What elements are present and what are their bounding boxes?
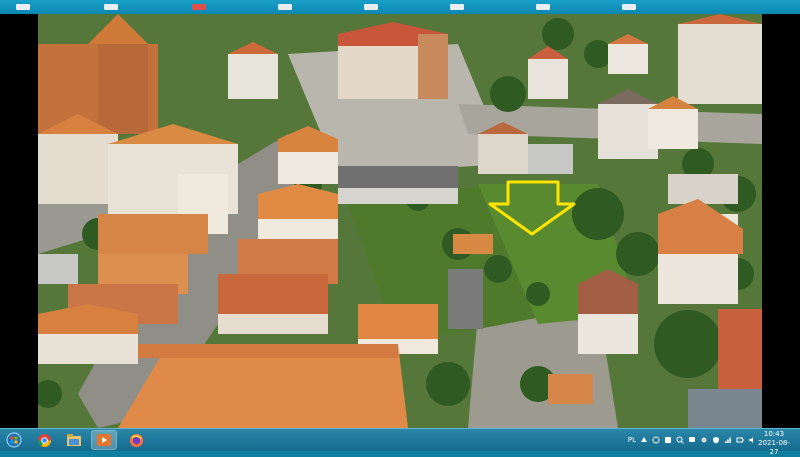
app-icon[interactable]: [104, 4, 118, 10]
battery-icon[interactable]: [736, 436, 744, 444]
gear-icon[interactable]: [700, 436, 708, 444]
app-icon[interactable]: [16, 4, 30, 10]
app-icon[interactable]: [364, 4, 378, 10]
media-player-icon[interactable]: [91, 430, 117, 450]
app-icon[interactable]: [536, 4, 550, 10]
network-icon[interactable]: [724, 436, 732, 444]
clock[interactable]: 10:43 2021-08-27: [754, 430, 794, 457]
window-title-strip: [0, 0, 800, 14]
chat-icon[interactable]: [688, 436, 696, 444]
firefox-icon[interactable]: [124, 431, 148, 449]
video-player[interactable]: [0, 14, 800, 428]
settings-icon[interactable]: [652, 436, 660, 444]
app-icon[interactable]: [450, 4, 464, 10]
windows-start-icon[interactable]: [2, 431, 26, 449]
clock-time: 10:43: [763, 430, 785, 438]
chrome-icon[interactable]: [32, 431, 56, 449]
app-icon[interactable]: [192, 4, 206, 10]
search-icon[interactable]: [676, 436, 684, 444]
shield-icon[interactable]: [712, 436, 720, 444]
aerial-photo: [38, 14, 762, 428]
language-indicator[interactable]: PL: [628, 436, 636, 444]
app-icon[interactable]: [622, 4, 636, 10]
notification-icon[interactable]: [664, 436, 672, 444]
clock-date: 2021-08-27: [758, 439, 790, 456]
explorer-icon[interactable]: [62, 431, 86, 449]
system-tray: PL: [628, 432, 756, 448]
app-icon[interactable]: [278, 4, 292, 10]
taskbar: PL 10:43 2021-08-27: [0, 428, 800, 456]
arrow-up-icon[interactable]: [640, 436, 648, 444]
